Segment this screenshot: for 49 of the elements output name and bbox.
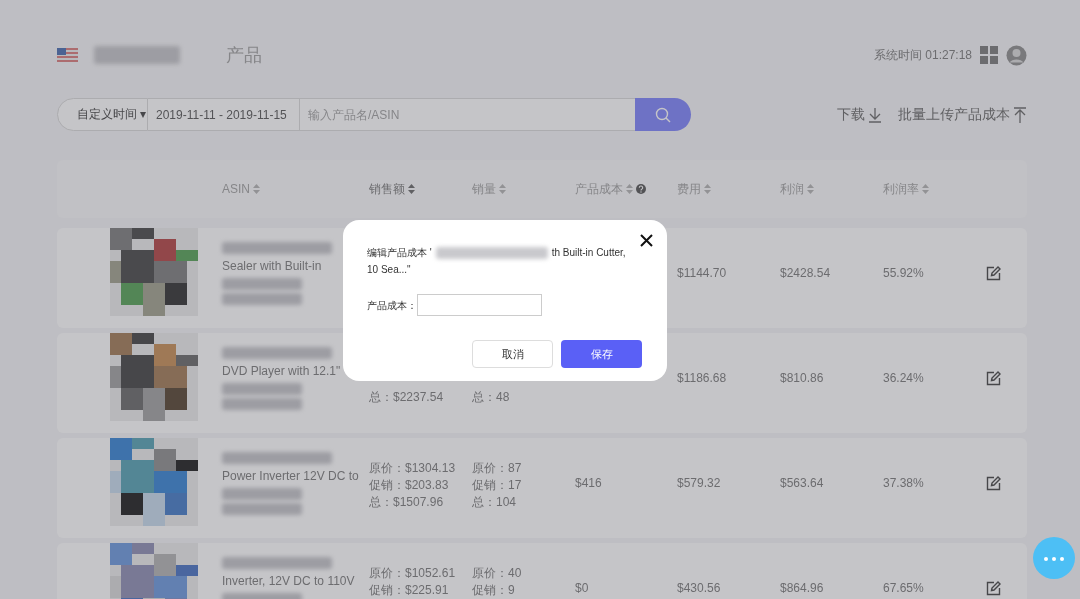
search-field[interactable]: 输入产品名/ASIN: [300, 98, 635, 131]
table-cell: 67.65%: [883, 581, 924, 595]
system-time: 系统时间 01:27:18: [873, 47, 972, 64]
cancel-button[interactable]: 取消: [472, 340, 553, 368]
table-cell-text: 促销：$225.91: [369, 582, 450, 599]
column-header[interactable]: 费用: [677, 180, 701, 198]
table-cell: $430.56: [677, 581, 721, 595]
column-header[interactable]: 利润: [780, 180, 804, 198]
table-cell-text: 原价：$1304.13: [369, 460, 457, 477]
table-cell: $1144.70: [677, 266, 727, 280]
column-header[interactable]: ASIN: [222, 180, 250, 198]
column-header[interactable]: 产品成本: [575, 180, 623, 198]
table-cell: $810.86: [780, 371, 824, 385]
product-title: Sealer with Built-in: [222, 258, 323, 275]
table-cell: $416: [575, 476, 602, 490]
table-cell: $2428.54: [780, 266, 831, 280]
table-cell-text: 促销：$203.83: [369, 477, 450, 494]
table-cell: $563.64: [780, 476, 824, 490]
table-cell: $0: [575, 581, 589, 595]
action-link[interactable]: 下载: [837, 104, 882, 125]
table-cell-text: 原价：87: [472, 460, 523, 477]
save-button[interactable]: 保存: [561, 340, 642, 368]
table-cell-text: 总：$2237.54: [369, 389, 445, 406]
table-cell: $864.96: [780, 581, 824, 595]
table-cell-text: 总：104: [472, 494, 518, 511]
table-cell: $579.32: [677, 476, 721, 490]
field-label: 产品成本：: [367, 298, 417, 313]
column-header[interactable]: 销售额: [369, 180, 405, 198]
table-cell-text: 总：$1507.96: [369, 494, 445, 511]
product-title: Inverter, 12V DC to 110V: [222, 573, 356, 590]
table-cell: $1186.68: [677, 371, 727, 385]
table-cell: 36.24%: [883, 371, 924, 385]
table-cell-text: 总：48: [472, 389, 511, 406]
table-cell-text: 原价：40: [472, 565, 523, 582]
table-cell-text: 原价：$1052.61: [369, 565, 457, 582]
table-cell: 37.38%: [883, 476, 924, 490]
table-cell-text: 促销：17: [472, 477, 523, 494]
table-cell: 55.92%: [883, 266, 924, 280]
table-cell-text: 促销：9: [472, 582, 516, 599]
product-title: DVD Player with 12.1": [222, 363, 342, 380]
dialog-title: 编辑产品成本 ': [367, 246, 432, 260]
dialog-title: th Built-in Cutter,: [551, 246, 626, 260]
product-title: Power Inverter 12V DC to: [222, 468, 360, 485]
dialog-title: 10 Sea...": [367, 264, 411, 275]
page-title: 产品: [226, 43, 262, 67]
action-link[interactable]: 批量上传产品成本: [898, 104, 1027, 125]
column-header[interactable]: 利润率: [883, 180, 919, 198]
range-dropdown[interactable]: 自定义时间 ▾: [57, 98, 148, 131]
date-range-field[interactable]: 2019-11-11 - 2019-11-15: [148, 98, 300, 131]
